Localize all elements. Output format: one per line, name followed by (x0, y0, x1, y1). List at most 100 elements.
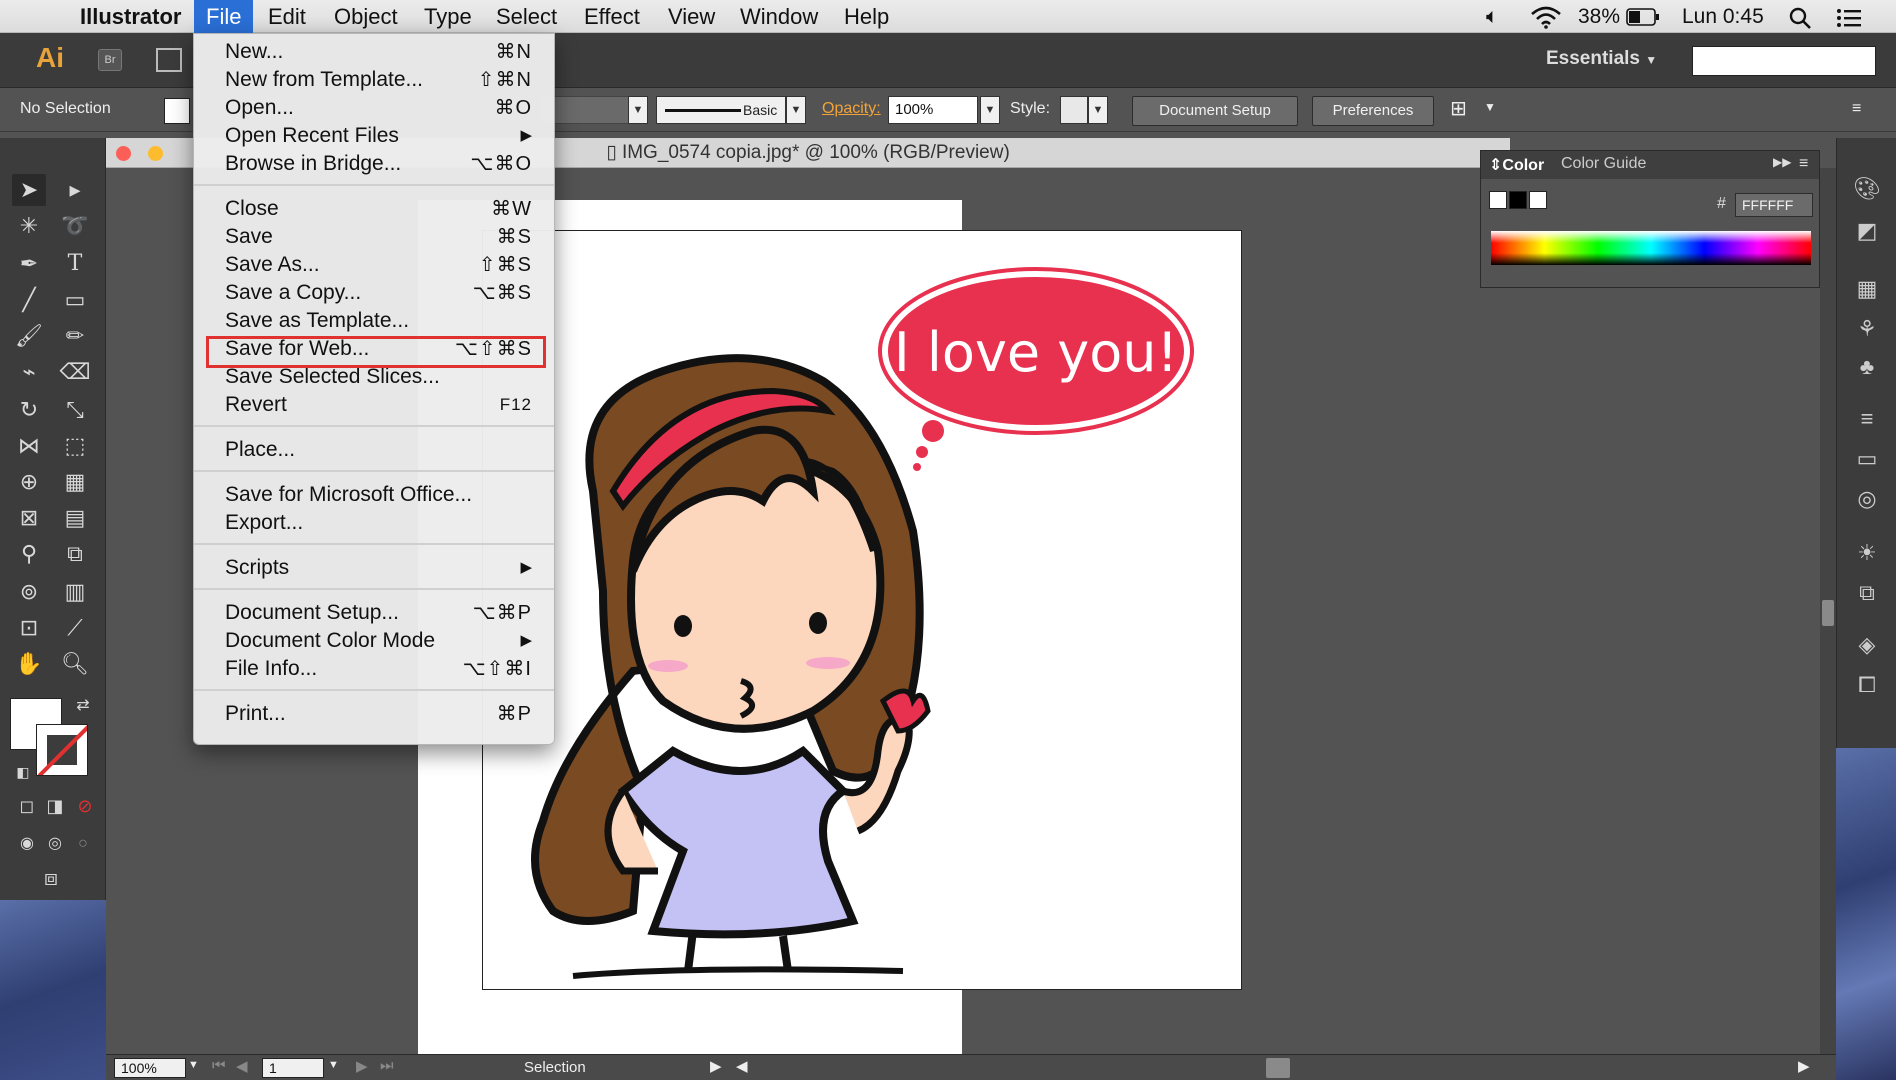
eyedropper-tool-icon[interactable]: ⚲ (12, 538, 46, 570)
brush-definition-dropdown[interactable]: Basic (656, 96, 786, 124)
menu-select[interactable]: Select (484, 0, 569, 33)
menu-item-new-from-template[interactable]: New from Template... ⇧⌘N (194, 66, 554, 94)
scale-tool-icon[interactable]: ⤡ (58, 394, 92, 426)
menu-item-save[interactable]: Save ⌘S (194, 223, 554, 251)
fill-swatch[interactable] (164, 98, 190, 124)
menu-item-revert[interactable]: Revert F12 (194, 391, 554, 419)
color-spectrum[interactable] (1491, 231, 1811, 265)
align-icon[interactable]: ⊞ (1450, 96, 1467, 121)
preferences-button[interactable]: Preferences (1312, 96, 1434, 126)
stroke-icon[interactable]: ≡ (1851, 404, 1883, 434)
perspective-grid-tool-icon[interactable]: ▦ (58, 466, 92, 498)
artboard[interactable]: I love you! (482, 230, 1242, 990)
mesh-tool-icon[interactable]: ⊠ (12, 502, 46, 534)
opacity-label[interactable]: Opacity: (822, 100, 881, 118)
selection-tool-icon[interactable]: ➤ (12, 174, 46, 206)
pencil-tool-icon[interactable]: ✏ (58, 320, 92, 352)
paintbrush-tool-icon[interactable]: 🖌︎ (12, 320, 46, 352)
zoom-level-input[interactable]: 100% (114, 1058, 186, 1078)
menu-item-open[interactable]: Open... ⌘O (194, 94, 554, 122)
minimize-window-button[interactable] (148, 146, 163, 161)
menu-item-scripts[interactable]: Scripts ▶ (194, 554, 554, 582)
status-menu-icon[interactable]: ▶ (710, 1057, 722, 1075)
scroll-right-icon[interactable]: ▶ (1798, 1057, 1810, 1075)
style-dropdown-arrow[interactable]: ▼ (1088, 96, 1108, 124)
zoom-dropdown-icon[interactable]: ▼ (188, 1059, 199, 1071)
menu-item-document-setup[interactable]: Document Setup... ⌥⌘P (194, 599, 554, 627)
volume-icon[interactable]: 🔈︎ (1486, 0, 1499, 33)
color-panel-menu-icon[interactable]: ≡ (1799, 155, 1808, 173)
swatches-icon[interactable]: ▦ (1851, 274, 1883, 304)
menu-item-save-as[interactable]: Save As... ⇧⌘S (194, 251, 554, 279)
line-tool-icon[interactable]: ╱ (12, 284, 46, 316)
next-artboard-icon[interactable]: ▶ (356, 1057, 368, 1075)
menu-item-print[interactable]: Print... ⌘P (194, 700, 554, 728)
menu-item-file-info[interactable]: File Info... ⌥⇧⌘I (194, 655, 554, 683)
last-artboard-icon[interactable]: ⏭ (380, 1057, 394, 1074)
panel-menu-icon[interactable]: ≡ (1852, 100, 1861, 118)
wifi-icon[interactable] (1530, 5, 1562, 29)
brush-dropdown-arrow[interactable]: ▼ (786, 96, 806, 124)
column-graph-tool-icon[interactable]: ▥ (58, 576, 92, 608)
menu-item-save-for-microsoft-office[interactable]: Save for Microsoft Office... (194, 481, 554, 509)
shape-builder-tool-icon[interactable]: ⊕ (12, 466, 46, 498)
menu-item-save-selected-slices[interactable]: Save Selected Slices... (194, 363, 554, 391)
slice-tool-icon[interactable]: ⟋ (58, 612, 92, 644)
rotate-tool-icon[interactable]: ↻ (12, 394, 46, 426)
menu-item-close[interactable]: Close ⌘W (194, 195, 554, 223)
pen-tool-icon[interactable]: ✒ (12, 248, 46, 280)
vertical-scroll-thumb[interactable] (1822, 600, 1834, 626)
rectangle-tool-icon[interactable]: ▭ (58, 284, 92, 316)
close-window-button[interactable] (116, 146, 131, 161)
menu-item-save-as-template[interactable]: Save as Template... (194, 307, 554, 335)
lasso-tool-icon[interactable]: ➰ (58, 210, 92, 242)
symbol-sprayer-tool-icon[interactable]: ⊚ (12, 576, 46, 608)
direct-selection-tool-icon[interactable]: ▸ (58, 174, 92, 206)
menu-item-browse-in-bridge[interactable]: Browse in Bridge... ⌥⌘O (194, 150, 554, 178)
menu-effect[interactable]: Effect (572, 0, 652, 33)
screen-mode-icon[interactable]: ⧈ (34, 862, 68, 894)
menu-file[interactable]: File (194, 0, 254, 33)
appearance-icon[interactable]: ☀ (1851, 538, 1883, 568)
white-swatch[interactable] (1529, 191, 1547, 209)
menu-view[interactable]: View (656, 0, 727, 33)
black-swatch[interactable] (1509, 191, 1527, 209)
menu-item-export[interactable]: Export... (194, 509, 554, 537)
gradient-mode-icon[interactable]: ◨ (38, 790, 72, 822)
arrange-documents-icon[interactable] (156, 48, 182, 72)
vertical-scrollbar[interactable] (1820, 168, 1836, 1054)
none-mode-icon[interactable]: ⊘ (68, 790, 102, 822)
width-tool-icon[interactable]: ⋈ (12, 430, 46, 462)
gradient-icon[interactable]: ▭ (1851, 444, 1883, 474)
draw-inside-icon[interactable]: ○ (66, 828, 100, 860)
symbols-icon[interactable]: ♣ (1851, 352, 1883, 382)
opacity-dropdown-arrow[interactable]: ▼ (980, 96, 1000, 124)
menu-edit[interactable]: Edit (256, 0, 318, 33)
previous-artboard-icon[interactable]: ◀ (236, 1057, 248, 1075)
battery-icon[interactable] (1626, 8, 1660, 26)
menu-object[interactable]: Object (322, 0, 410, 33)
graphic-style-swatch[interactable] (1060, 96, 1088, 124)
type-tool-icon[interactable]: T (58, 248, 92, 280)
opacity-input[interactable]: 100% (888, 96, 978, 124)
magic-wand-tool-icon[interactable]: ✳ (12, 210, 46, 242)
clock[interactable]: Lun 0:45 (1682, 0, 1764, 33)
app-name-menu[interactable]: Illustrator (68, 0, 193, 33)
hand-tool-icon[interactable]: ✋ (12, 648, 46, 680)
tab-color-guide[interactable]: Color Guide (1561, 155, 1646, 173)
none-swatch[interactable] (1489, 191, 1507, 209)
artboards-icon[interactable]: ⧠ (1851, 670, 1883, 700)
layers-icon[interactable]: ◈ (1851, 630, 1883, 660)
menu-window[interactable]: Window (728, 0, 830, 33)
menu-item-place[interactable]: Place... (194, 436, 554, 464)
zoom-tool-icon[interactable]: 🔍︎ (58, 648, 92, 680)
go-to-bridge-button[interactable]: Br (98, 49, 122, 71)
color-guide-icon[interactable]: ◩ (1851, 216, 1883, 246)
align-dropdown-icon[interactable]: ▼ (1484, 100, 1496, 114)
horizontal-scroll-thumb[interactable] (1266, 1058, 1290, 1078)
tab-color[interactable]: ⇕Color (1489, 155, 1544, 175)
menu-item-save-a-copy[interactable]: Save a Copy... ⌥⌘S (194, 279, 554, 307)
artboard-dropdown-icon[interactable]: ▼ (328, 1059, 339, 1071)
menu-type[interactable]: Type (412, 0, 484, 33)
gradient-tool-icon[interactable]: ▤ (58, 502, 92, 534)
